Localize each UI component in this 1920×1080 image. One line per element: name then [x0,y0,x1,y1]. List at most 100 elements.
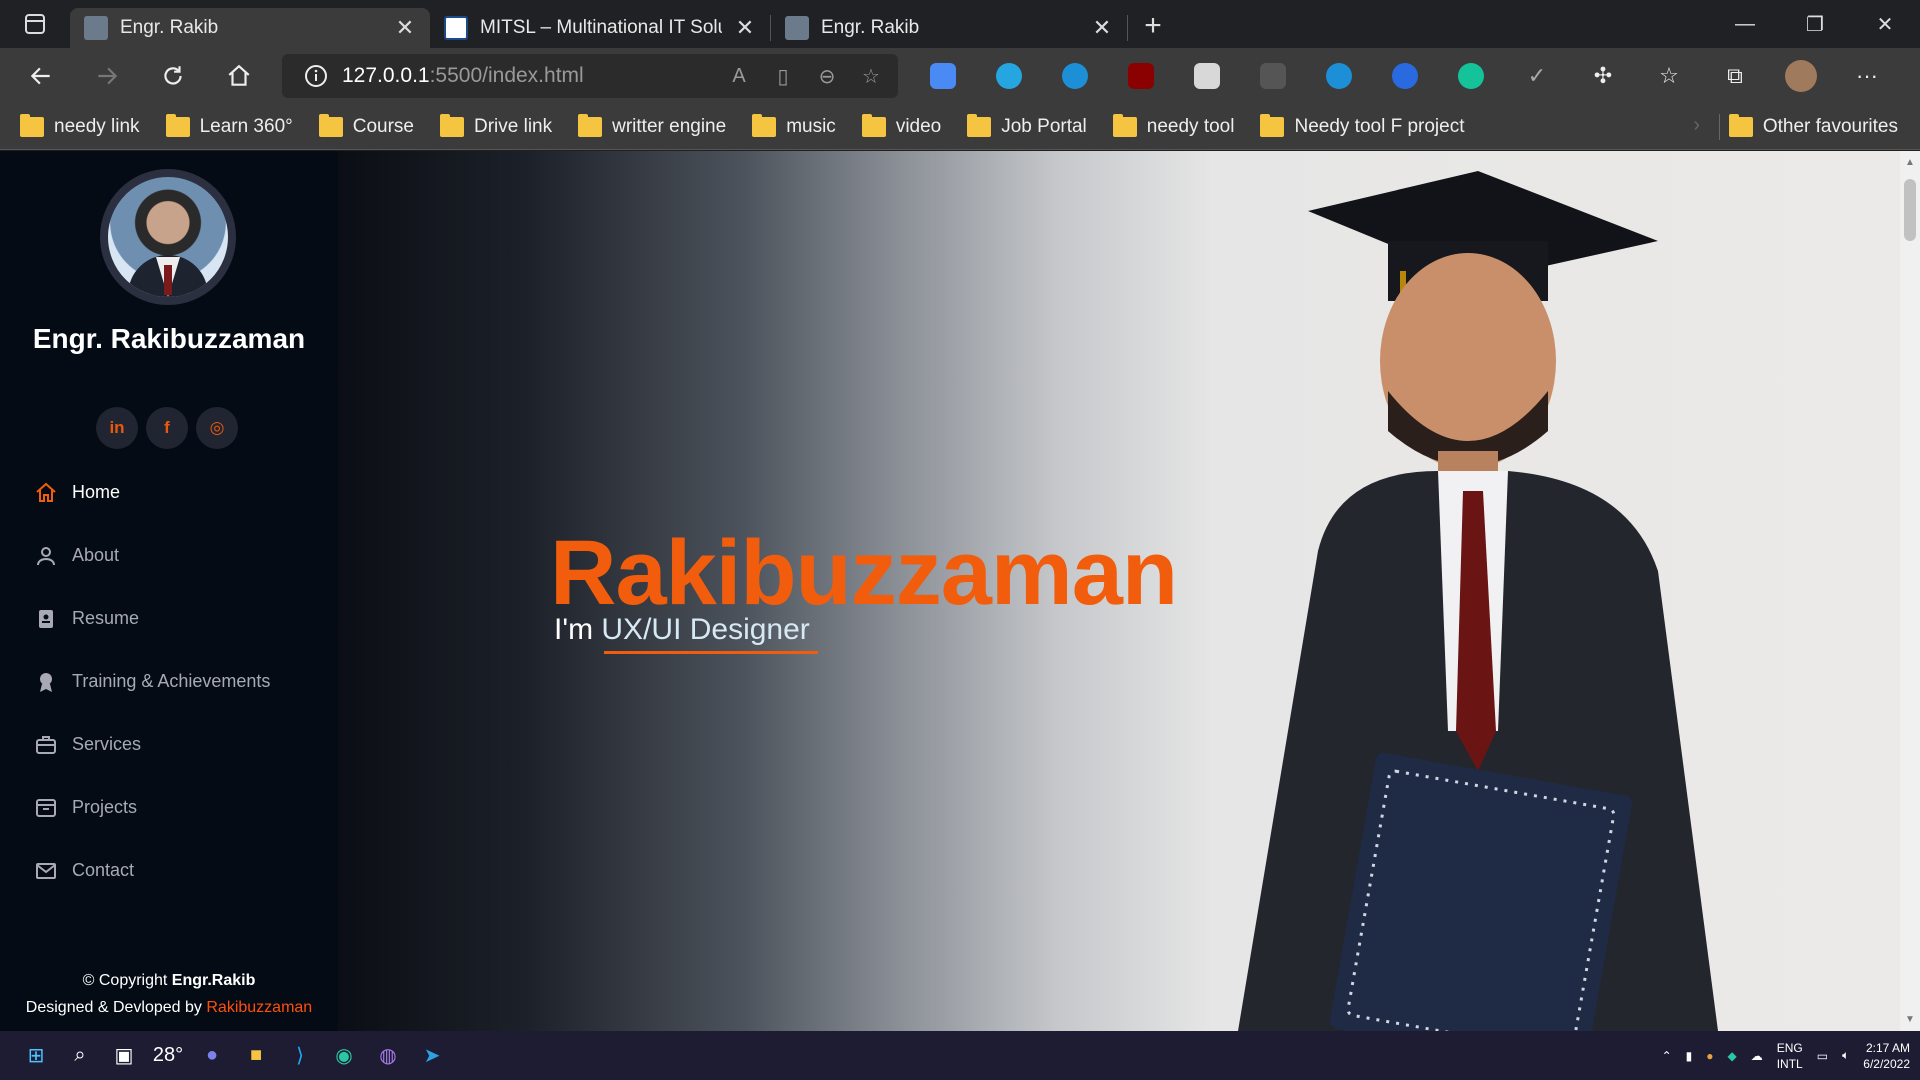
facebook-icon[interactable]: f [146,407,188,449]
teams-icon[interactable]: ● [190,1034,234,1078]
resume-icon [39,609,53,628]
url-text: 127.0.0.1:5500/index.html [342,64,584,88]
page-scrollbar[interactable]: ▲ ▼ [1900,151,1920,1031]
tab-3[interactable]: Engr. Rakib ✕ [771,8,1127,48]
bookmark-folder[interactable]: Job Portal [967,113,1087,138]
back-button[interactable] [8,48,74,104]
new-tab-button[interactable]: + [1128,9,1178,43]
network-icon[interactable]: ▭ [1817,1049,1828,1063]
close-tab-icon[interactable]: ✕ [1091,15,1113,41]
page-viewport: Engr. Rakibuzzaman in f ◎ Home About Res… [0,151,1900,1031]
file-explorer-icon[interactable]: ■ [234,1034,278,1078]
bookmark-folder[interactable]: music [752,113,836,138]
bookmark-label: writter engine [612,115,727,137]
refresh-button[interactable] [140,48,206,104]
github-icon[interactable]: ◍ [366,1034,410,1078]
avatar [100,169,236,305]
tray-app-icon[interactable]: ▮ [1686,1049,1693,1063]
taskbar-apps: ⊞ ⌕ ▣ 28° ● ■ ⟩ ◉ ◍ ➤ [14,1034,454,1078]
volume-icon[interactable]: 🔈︎ [1842,1048,1849,1063]
onedrive-icon[interactable]: ☁ [1751,1049,1763,1063]
clock[interactable]: 2:17 AM 6/2/2022 [1863,1040,1910,1072]
bookmark-folder[interactable]: Drive link [440,113,552,138]
home-button[interactable] [206,48,272,104]
close-window-icon[interactable]: ✕ [1850,0,1920,48]
screen-recorder-extension-icon[interactable] [976,48,1042,104]
bookmark-label: Job Portal [1001,115,1087,137]
scroll-down-icon[interactable]: ▼ [1905,1014,1915,1025]
browser-tab-bar: Engr. Rakib ✕ MITSL – Multinational IT S… [0,0,1920,48]
linkedin-icon[interactable]: in [96,407,138,449]
immersive-reader-icon[interactable]: ▯ [766,59,800,93]
bookmark-folder[interactable]: writter engine [578,113,727,138]
folder-icon [440,113,464,137]
bookmark-folder[interactable]: Learn 360° [165,113,293,138]
bookmark-folder[interactable]: Needy tool F project [1260,113,1465,138]
extensions-icon[interactable]: ✣ [1570,48,1636,104]
start-icon[interactable]: ⊞ [14,1034,58,1078]
telegram-icon[interactable]: ➤ [410,1034,454,1078]
chevron-up-icon[interactable]: ⌃ [1662,1049,1672,1063]
add-favourite-icon[interactable]: ☆ [854,59,888,93]
address-bar[interactable]: 127.0.0.1:5500/index.html A ▯ ⊖ ☆ [282,54,898,98]
site-info-icon[interactable] [294,64,338,88]
player-extension-icon[interactable] [1306,48,1372,104]
scroll-up-icon[interactable]: ▲ [1905,157,1915,168]
copy-extension-icon[interactable] [1240,48,1306,104]
sidebar-item-services[interactable]: Services [34,713,270,776]
other-favourites-folder[interactable]: Other favourites [1728,104,1898,150]
download-extension-icon[interactable] [1042,48,1108,104]
grammar-extension-icon[interactable] [1438,48,1504,104]
translate-extension-icon[interactable] [910,48,976,104]
sidebar-item-projects[interactable]: Projects [34,776,270,839]
security-tray-icon[interactable]: ◆ [1727,1049,1736,1063]
profile-name: Engr. Rakibuzzaman [32,323,306,354]
sidebar-item-label: Home [72,482,121,502]
close-tab-icon[interactable]: ✕ [734,15,756,41]
search-icon[interactable]: ⌕ [58,1034,102,1078]
zoom-out-icon[interactable]: ⊖ [810,59,844,93]
tab-actions-button[interactable] [0,0,70,48]
tab-2[interactable]: MITSL – Multinational IT Solution ✕ [430,8,770,48]
sidebar-item-contact[interactable]: Contact [34,839,270,902]
ublock-extension-icon[interactable] [1108,48,1174,104]
tab-1[interactable]: Engr. Rakib ✕ [70,8,430,48]
collections-icon[interactable]: ⧉ [1702,48,1768,104]
graduate-photo [1238,171,1718,1031]
edge-icon[interactable]: ◉ [322,1034,366,1078]
close-tab-icon[interactable]: ✕ [394,15,416,41]
favourites-icon[interactable]: ☆ [1636,48,1702,104]
sidebar-item-resume[interactable]: Resume [34,587,270,650]
sidebar-item-home[interactable]: Home [34,461,270,524]
credit-link[interactable]: Rakibuzzaman [206,999,312,1016]
read-aloud-icon[interactable]: A [722,59,756,93]
copyright-owner: Engr.Rakib [171,972,256,989]
hero-section: Rakibuzzaman I'm UX/UI Designer [338,151,1900,1031]
sidebar-item-training[interactable]: Training & Achievements [34,650,270,713]
record-extension-icon[interactable] [1372,48,1438,104]
chevron-right-icon[interactable]: › [1693,114,1700,137]
folder-icon [578,113,603,137]
check-icon[interactable]: ✓ [1504,48,1570,104]
forward-button[interactable] [74,48,140,104]
bookmark-folder[interactable]: Course [318,113,414,138]
bookmark-label: Other favourites [1762,116,1898,137]
more-menu-icon[interactable]: ··· [1834,48,1900,104]
instagram-icon[interactable]: ◎ [196,407,238,449]
restore-icon[interactable]: ❐ [1780,0,1850,48]
scrollbar-thumb[interactable] [1904,179,1916,241]
touch-extension-icon[interactable] [1174,48,1240,104]
home-icon [228,64,250,86]
chrome-tray-icon[interactable]: ● [1706,1049,1713,1063]
language-indicator[interactable]: ENG INTL [1777,1040,1803,1072]
minimize-icon[interactable]: — [1710,0,1780,48]
sidebar-item-about[interactable]: About [34,524,270,587]
bookmark-folder[interactable]: needy tool [1112,113,1234,138]
bookmark-folder[interactable]: needy link [20,113,140,138]
vscode-icon[interactable]: ⟩ [278,1034,322,1078]
task-view-icon[interactable]: ▣ [102,1034,146,1078]
bookmark-folder[interactable]: video [861,113,941,138]
bookmark-label: Course [352,115,414,137]
weather-icon[interactable]: 28° [146,1034,190,1078]
profile-avatar-icon[interactable] [1768,48,1834,104]
